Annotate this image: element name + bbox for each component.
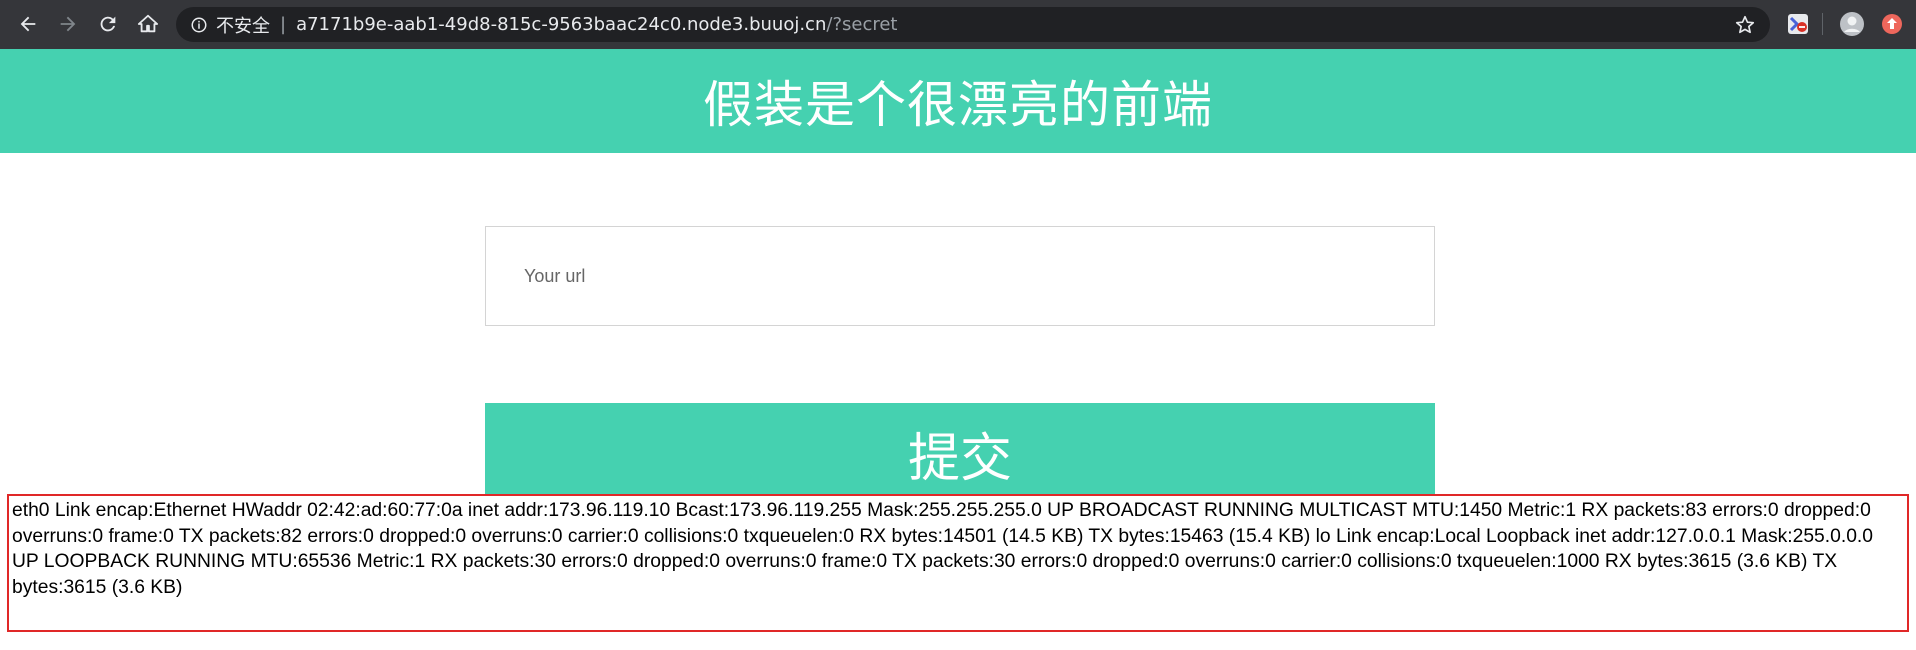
update-icon[interactable] bbox=[1880, 12, 1904, 36]
back-arrow-icon bbox=[20, 16, 36, 32]
submit-button[interactable]: 提交 bbox=[485, 403, 1435, 503]
address-bar[interactable]: 不安全 | a7171b9e-aab1-49d8-815c-9563baac24… bbox=[176, 7, 1770, 42]
page-header: 假装是个很漂亮的前端 bbox=[0, 49, 1916, 153]
forward-button[interactable] bbox=[48, 4, 88, 44]
toolbar-divider bbox=[1822, 13, 1823, 35]
info-icon[interactable] bbox=[190, 16, 208, 34]
command-output: eth0 Link encap:Ethernet HWaddr 02:42:ad… bbox=[7, 494, 1909, 632]
star-icon[interactable] bbox=[1734, 14, 1756, 36]
url-separator: | bbox=[280, 14, 287, 35]
back-button[interactable] bbox=[8, 4, 48, 44]
home-icon bbox=[137, 14, 159, 33]
forward-arrow-icon bbox=[60, 16, 76, 32]
reload-button[interactable] bbox=[88, 4, 128, 44]
url-path: /?secret bbox=[826, 14, 898, 35]
home-button[interactable] bbox=[128, 4, 168, 44]
page-title: 假装是个很漂亮的前端 bbox=[703, 76, 1213, 134]
reload-icon bbox=[100, 16, 116, 32]
security-label: 不安全 bbox=[216, 15, 270, 37]
url-input[interactable] bbox=[485, 226, 1435, 326]
profile-avatar-icon[interactable] bbox=[1840, 12, 1864, 36]
browser-toolbar: 不安全 | a7171b9e-aab1-49d8-815c-9563baac24… bbox=[0, 0, 1916, 49]
url-host: a7171b9e-aab1-49d8-815c-9563baac24c0.nod… bbox=[296, 14, 827, 35]
extension-icon[interactable] bbox=[1786, 12, 1810, 36]
